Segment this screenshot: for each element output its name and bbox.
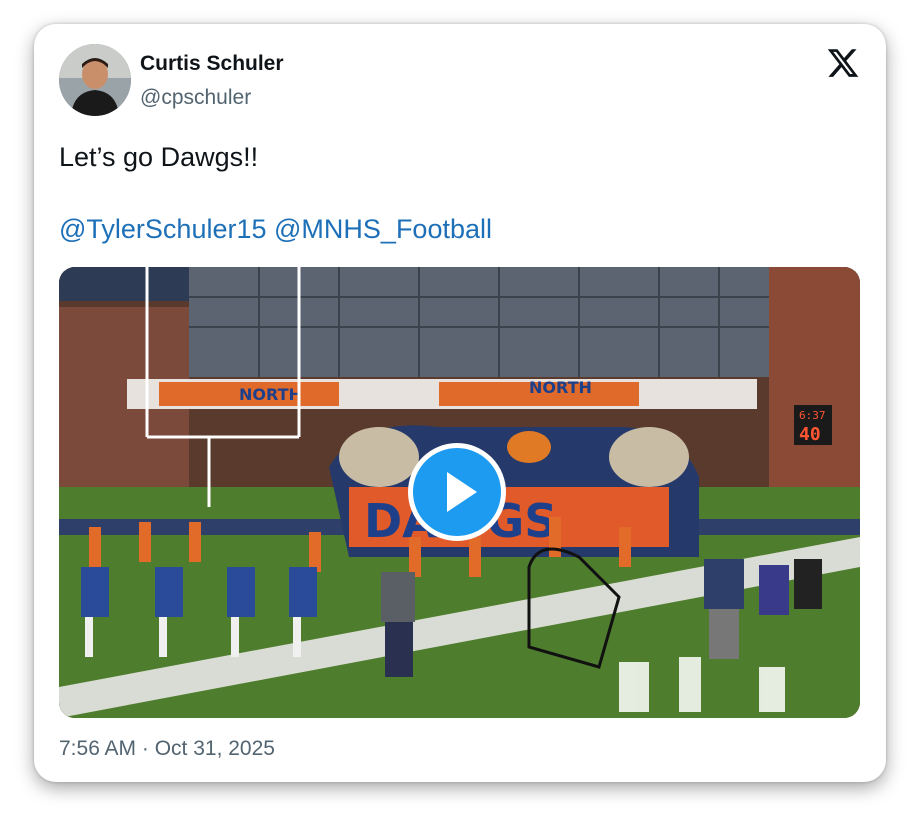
mentions-line: @TylerSchuler15 @MNHS_Football xyxy=(59,214,492,245)
mention-link[interactable]: @MNHS_Football xyxy=(274,214,492,244)
author-name[interactable]: Curtis Schuler xyxy=(140,52,284,76)
tweet-timestamp[interactable]: 7:56 AM · Oct 31, 2025 xyxy=(59,737,275,761)
x-logo-icon[interactable] xyxy=(826,46,860,80)
banner-right-text: NORTH xyxy=(529,378,592,397)
play-button[interactable] xyxy=(408,443,506,541)
scoreboard-score: 40 xyxy=(799,424,821,445)
author-handle[interactable]: @cpschuler xyxy=(140,86,251,110)
banner-left-text: NORTH xyxy=(239,385,302,404)
video-player[interactable]: NORTH NORTH 6:37 40 DAWGS xyxy=(59,267,860,718)
scoreboard-clock: 6:37 xyxy=(799,409,826,422)
mention-link[interactable]: @TylerSchuler15 xyxy=(59,214,267,244)
tweet-card[interactable]: Curtis Schuler @cpschuler Let’s go Dawgs… xyxy=(34,24,886,782)
tweet-text: Let’s go Dawgs!! xyxy=(59,142,259,172)
avatar[interactable] xyxy=(59,44,131,116)
play-icon xyxy=(447,472,477,512)
